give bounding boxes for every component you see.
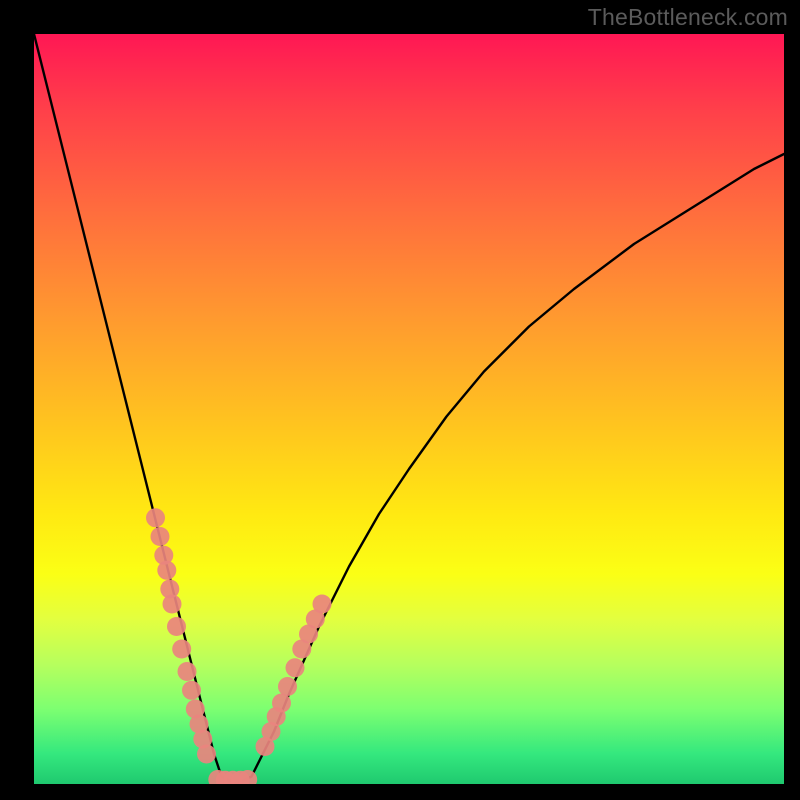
- data-point: [272, 694, 291, 713]
- watermark-text: TheBottleneck.com: [588, 4, 788, 31]
- curve-layer: [34, 34, 784, 784]
- data-point: [157, 561, 176, 580]
- marker-layer: [146, 508, 332, 784]
- data-point: [151, 527, 170, 546]
- data-point: [286, 658, 305, 677]
- chart-frame: TheBottleneck.com: [0, 0, 800, 800]
- data-point: [278, 677, 297, 696]
- data-point: [167, 617, 186, 636]
- data-point: [178, 662, 197, 681]
- data-point: [197, 745, 216, 764]
- chart-svg: [34, 34, 784, 784]
- data-point: [172, 640, 191, 659]
- data-point: [313, 595, 332, 614]
- data-point: [163, 595, 182, 614]
- data-point: [146, 508, 165, 527]
- plot-area: [34, 34, 784, 784]
- data-point: [182, 681, 201, 700]
- bottleneck-curve-path: [34, 34, 784, 784]
